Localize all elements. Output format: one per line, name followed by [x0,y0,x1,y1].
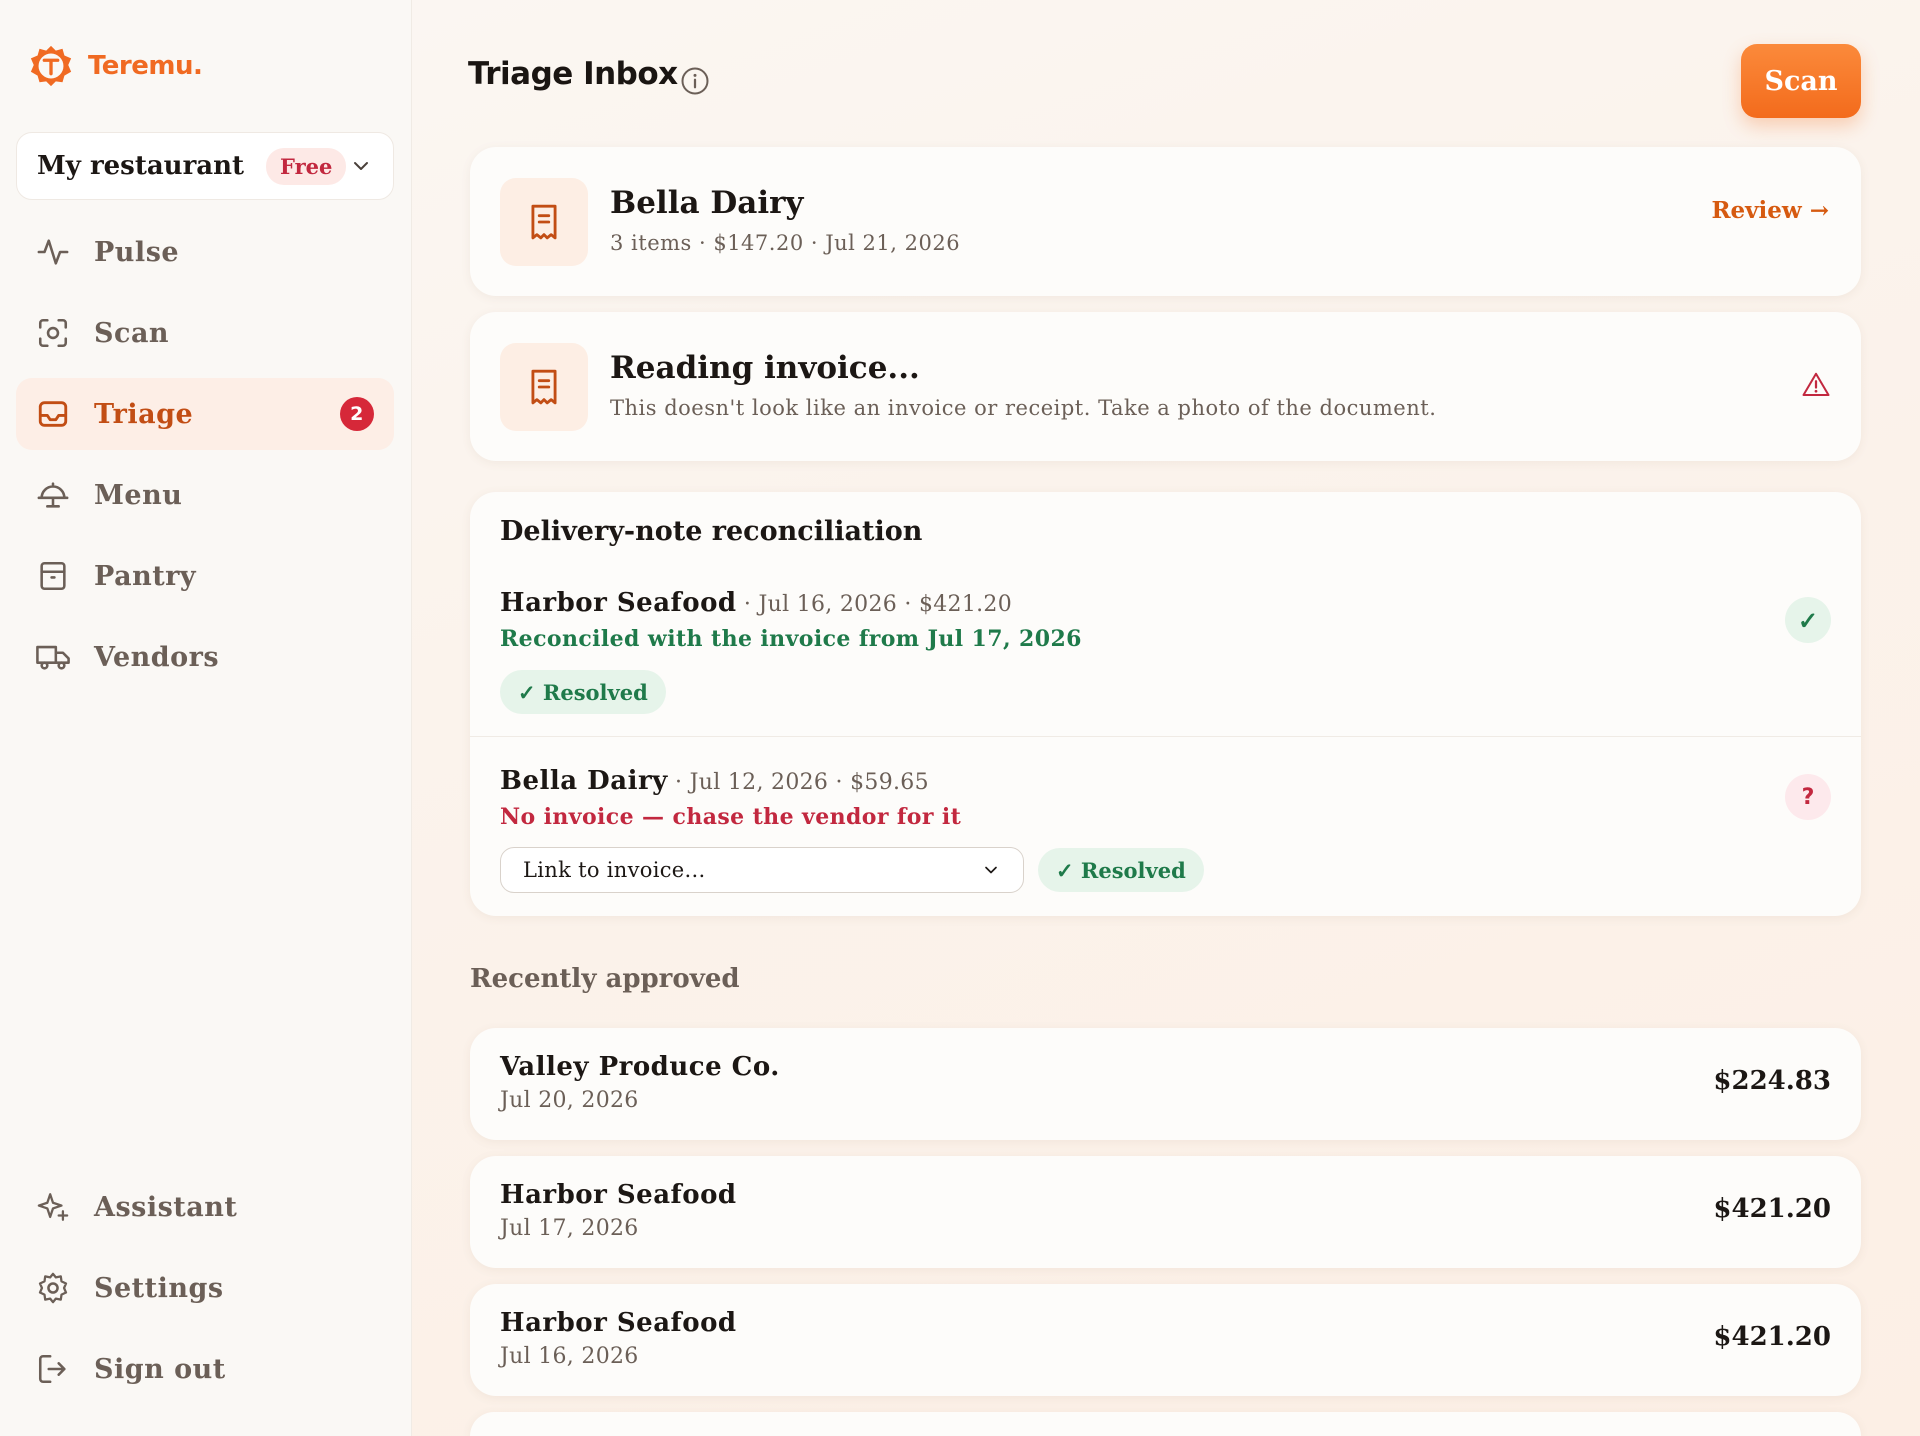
approved-item[interactable]: Valley Produce Co. Jul 20, 2026 $224.83 [470,1028,1861,1140]
sidebar-item-label: Pantry [94,560,197,592]
reconciled-message: Reconciled with the invoice from Jul 17,… [500,626,1082,652]
select-value: Link to invoice... [523,858,706,882]
cloche-icon [37,482,69,508]
brand[interactable]: Teremu. [28,42,203,90]
activity-icon [37,239,69,265]
document-thumbnail [500,178,588,266]
sidebar-item-label: Assistant [94,1191,238,1223]
missing-invoice-message: No invoice — chase the vendor for it [500,804,962,830]
chevron-down-icon [354,162,368,170]
brand-name: Teremu. [88,51,203,81]
approved-amount: $421.20 [1713,1194,1831,1224]
sidebar-item-scan[interactable]: Scan [16,297,394,369]
resolved-button[interactable]: ✓ Resolved [1038,848,1204,892]
link-invoice-select[interactable]: Link to invoice... [500,847,1024,893]
inbox-card-subtitle: 3 items · $147.20 · Jul 21, 2026 [610,231,961,255]
inbox-card-title: Bella Dairy [610,185,804,221]
info-icon[interactable] [680,66,710,96]
sidebar-item-label: Triage [94,398,194,430]
scan-icon [38,318,68,348]
sidebar-item-menu[interactable]: Menu [16,459,394,531]
approved-amount: $224.83 [1713,1066,1831,1096]
plan-badge: Free [266,147,347,185]
row-meta: · Jul 16, 2026 · $421.20 [736,592,1013,617]
approved-item[interactable]: Harbor Seafood Jul 16, 2026 $421.20 [470,1284,1861,1396]
inbox-card-title: Reading invoice... [610,350,920,386]
sidebar-item-label: Sign out [94,1353,226,1385]
sidebar-item-sign-out[interactable]: Sign out [16,1333,394,1405]
sidebar-item-label: Pulse [94,236,180,268]
sidebar-item-triage[interactable]: Triage 2 [16,378,394,450]
receipt-icon [531,369,557,405]
approved-item-partial [470,1412,1861,1436]
reconciliation-card: Delivery-note reconciliation Harbor Seaf… [470,492,1861,916]
approved-date: Jul 17, 2026 [500,1216,639,1241]
divider [470,736,1861,737]
workspace-name: My restaurant [37,151,245,181]
warning-icon [1802,372,1830,396]
approved-item[interactable]: Harbor Seafood Jul 17, 2026 $421.20 [470,1156,1861,1268]
sidebar-item-label: Settings [94,1272,224,1304]
sidebar-item-label: Menu [94,479,183,511]
sidebar-item-pulse[interactable]: Pulse [16,216,394,288]
reconciled-check-icon: ✓ [1785,597,1831,643]
reconciliation-title: Delivery-note reconciliation [500,516,923,547]
row-vendor: Bella Dairy [500,766,668,796]
recently-approved-heading: Recently approved [470,964,740,994]
triage-count-badge: 2 [340,397,374,431]
approved-vendor: Harbor Seafood [500,1308,737,1338]
sidebar-item-vendors[interactable]: Vendors [16,621,394,693]
truck-icon [36,645,70,670]
inbox-card[interactable]: Reading invoice... This doesn't look lik… [470,312,1861,461]
sidebar-item-assistant[interactable]: Assistant [16,1171,394,1243]
sidebar: Teremu. My restaurant Free Pulse Scan Tr… [0,0,412,1436]
resolved-pill[interactable]: ✓ Resolved [500,670,666,714]
pantry-icon [40,561,66,591]
approved-date: Jul 16, 2026 [500,1344,639,1369]
row-vendor: Harbor Seafood [500,588,737,618]
reconciliation-row-header: Harbor Seafood · Jul 16, 2026 · $421.20 [500,588,1012,618]
sign-out-icon [38,1354,66,1384]
sidebar-item-pantry[interactable]: Pantry [16,540,394,612]
sidebar-item-label: Scan [94,317,170,349]
question-icon: ? [1785,774,1831,820]
reconciliation-row-header: Bella Dairy · Jul 12, 2026 · $59.65 [500,766,929,796]
approved-date: Jul 20, 2026 [500,1088,639,1113]
sparkle-icon [37,1193,69,1221]
approved-vendor: Valley Produce Co. [500,1052,780,1082]
scan-button[interactable]: Scan [1741,44,1861,118]
brand-logo-icon [30,45,72,87]
sidebar-item-settings[interactable]: Settings [16,1252,394,1324]
inbox-icon [38,401,68,427]
gear-icon [38,1272,68,1304]
sidebar-item-label: Vendors [94,641,220,673]
page-title: Triage Inbox [468,56,678,92]
inbox-card-subtitle: This doesn't look like an invoice or rec… [610,396,1437,420]
approved-amount: $421.20 [1713,1322,1831,1352]
chevron-down-icon [985,866,997,874]
approved-vendor: Harbor Seafood [500,1180,737,1210]
workspace-switcher[interactable]: My restaurant Free [16,132,394,200]
row-meta: · Jul 12, 2026 · $59.65 [667,770,929,795]
review-link[interactable]: Review → [1711,197,1829,224]
inbox-card[interactable]: Bella Dairy 3 items · $147.20 · Jul 21, … [470,147,1861,296]
document-thumbnail [500,343,588,431]
receipt-icon [531,204,557,240]
